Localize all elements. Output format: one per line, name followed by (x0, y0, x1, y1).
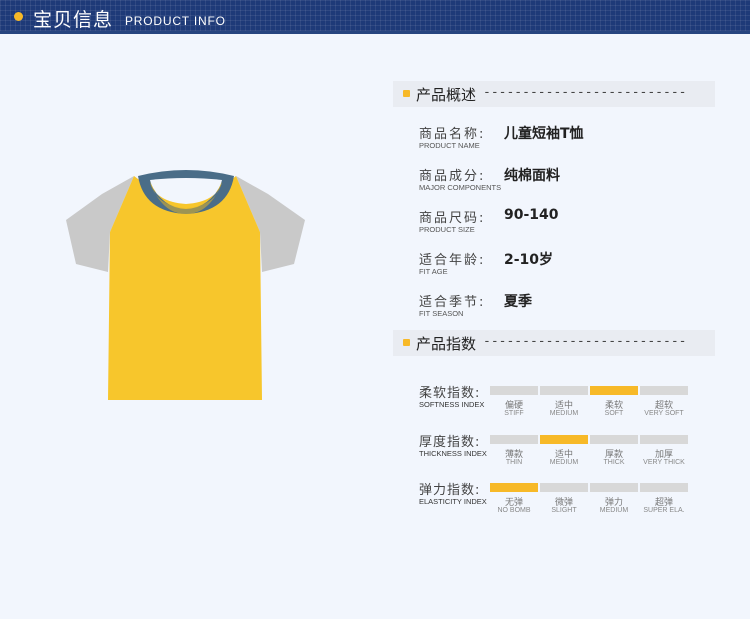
info-label-en: PRODUCT SIZE (419, 225, 475, 234)
index-level-bar (540, 386, 588, 395)
header-bar: 宝贝信息 PRODUCT INFO (0, 0, 750, 34)
product-image-tshirt (66, 170, 305, 400)
index-level-label-en: VERY THICK (643, 459, 685, 466)
index-label-en: ELASTICITY INDEX (419, 497, 487, 506)
info-value: 夏季 (504, 294, 532, 310)
index-title: 产品指数 (416, 335, 477, 353)
info-value: 2-10岁 (504, 252, 554, 268)
info-row-season: 适合季节: FIT SEASON 夏季 (419, 291, 719, 325)
info-label-en: FIT SEASON (419, 309, 464, 318)
info-label: 商品名称: (419, 127, 486, 142)
index-level-bar (490, 435, 538, 444)
overview-dashes: -------------------------- (483, 85, 687, 100)
header-title: 宝贝信息 (33, 9, 114, 31)
index-level-bar (490, 386, 538, 395)
index-level-bar (640, 483, 688, 492)
info-value: 儿童短袖T恤 (504, 126, 584, 142)
overview-title: 产品概述 (416, 86, 477, 104)
index-level-bar (640, 435, 688, 444)
index-row: 柔软指数: SOFTNESS INDEX 偏硬 STIFF 适中 MEDIUM 柔软 SOFT… (419, 382, 719, 422)
index-level-bar (540, 483, 588, 492)
index-level-bar (590, 386, 638, 395)
index-level-label-en: VERY SOFT (644, 410, 684, 417)
info-row-age: 适合年龄: FIT AGE 2-10岁 (419, 249, 719, 283)
index-level-label-en: SUPER ELA. (643, 507, 685, 514)
header-subtitle: PRODUCT INFO (125, 14, 226, 28)
info-row-size: 商品尺码: PRODUCT SIZE 90-140 (419, 207, 719, 241)
info-label-en: MAJOR COMPONENTS (419, 183, 502, 192)
index-level-bar (640, 386, 688, 395)
index-level-bar (490, 483, 538, 492)
index-label-en: THICKNESS INDEX (419, 449, 487, 458)
info-row-name: 商品名称: PRODUCT NAME 儿童短袖T恤 (419, 123, 719, 157)
index-level-bar (540, 435, 588, 444)
header-dot-icon (14, 12, 23, 21)
info-label: 商品成分: (419, 169, 486, 184)
overview-section-header: 产品概述 -------------------------- (393, 81, 715, 107)
index-row: 厚度指数: THICKNESS INDEX 薄款 THIN 适中 MEDIUM 厚款 THIC… (419, 431, 719, 471)
index-row: 弹力指数: ELASTICITY INDEX 无弹 NO BOMB 微弹 SLIGHT 弹力… (419, 479, 719, 519)
index-level-bar (590, 435, 638, 444)
index-dashes: -------------------------- (483, 334, 687, 349)
section-dot-icon (403, 339, 410, 346)
index-label: 弹力指数: (419, 483, 481, 498)
info-label: 适合年龄: (419, 253, 486, 268)
index-label: 柔软指数: (419, 386, 481, 401)
info-label: 适合季节: (419, 295, 486, 310)
info-label-en: PRODUCT NAME (419, 141, 480, 150)
info-value: 90-140 (504, 207, 559, 223)
info-label-en: FIT AGE (419, 267, 448, 276)
index-label: 厚度指数: (419, 435, 481, 450)
info-label: 商品尺码: (419, 211, 486, 226)
info-row-components: 商品成分: MAJOR COMPONENTS 纯棉面料 (419, 165, 719, 199)
info-value: 纯棉面料 (504, 168, 560, 184)
index-level-bar (590, 483, 638, 492)
index-section-header: 产品指数 -------------------------- (393, 330, 715, 356)
section-dot-icon (403, 90, 410, 97)
index-label-en: SOFTNESS INDEX (419, 400, 485, 409)
